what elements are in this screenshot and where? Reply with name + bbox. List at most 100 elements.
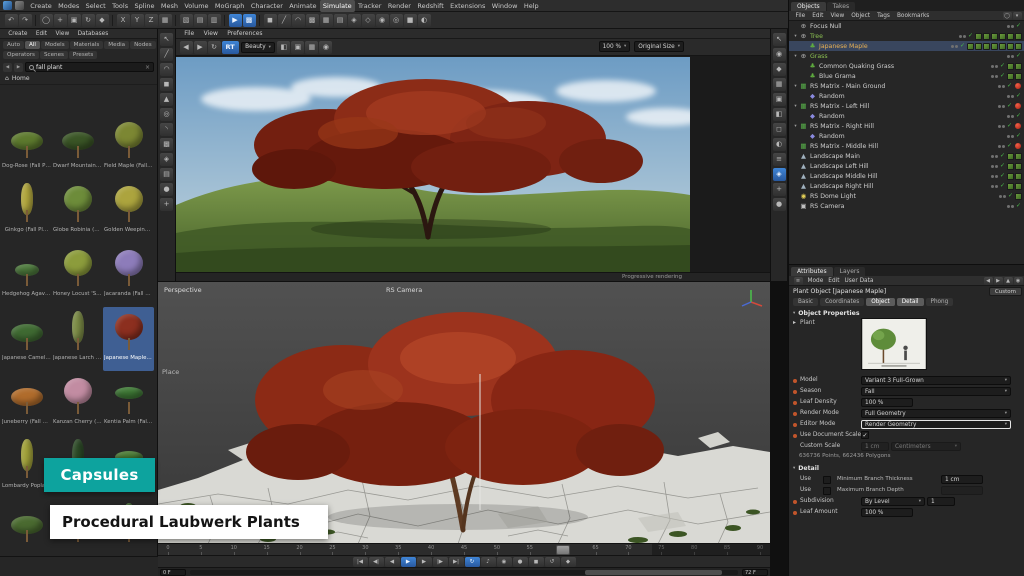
menu-window[interactable]: Window (489, 0, 521, 12)
enabled-check-icon[interactable]: ✓ (1016, 91, 1021, 101)
om-search-icon[interactable]: ◯ (1003, 12, 1012, 20)
object-row-grass[interactable]: ▾⊕Grass✓ (789, 51, 1024, 61)
editor-visibility-dot[interactable] (998, 125, 1001, 128)
enabled-check-icon[interactable]: ✓ (1000, 71, 1005, 81)
enabled-check-icon[interactable]: ✓ (968, 31, 973, 41)
texture-tag-icon[interactable] (1007, 153, 1014, 160)
menu-volume[interactable]: Volume (181, 0, 212, 12)
camera-object-icon[interactable]: ◉ (376, 14, 389, 27)
menu-preferences[interactable]: Preferences (224, 29, 266, 39)
keyframe-dot[interactable] (793, 401, 797, 405)
workplane-icon[interactable]: ◧ (773, 108, 786, 121)
rv-back-icon[interactable]: ◀ (180, 41, 193, 54)
season-dropdown[interactable]: Fall▾ (861, 387, 1011, 396)
goto-prev-frame-icon[interactable]: ◀ (385, 557, 400, 567)
render-visibility-dot[interactable] (1011, 95, 1014, 98)
object-row-landscape-main[interactable]: ▲Landscape Main✓ (789, 151, 1024, 161)
custom-button[interactable]: Custom (989, 287, 1022, 296)
render-visibility-dot[interactable] (955, 45, 958, 48)
bend-deformer-icon[interactable]: ◝ (160, 123, 173, 136)
texture-tag-icon[interactable] (1007, 163, 1014, 170)
object-row-random[interactable]: ◆Random✓ (789, 131, 1024, 141)
playhead-handle[interactable] (556, 545, 570, 555)
minimum-branch-thickness-field[interactable]: 1 cm (941, 475, 983, 484)
enabled-check-icon[interactable]: ✓ (1016, 51, 1021, 61)
enabled-check-icon[interactable]: ✓ (960, 41, 965, 51)
menu-simulate[interactable]: Simulate (320, 0, 355, 12)
keyframe-dot[interactable] (793, 390, 797, 394)
tab-media[interactable]: Media (104, 41, 129, 49)
asset-plant-field-maple-fall-plant[interactable]: Field Maple (Fall Plant) (103, 115, 154, 179)
section-detail[interactable]: ▾ Detail (789, 463, 823, 473)
redshift-tag-icon[interactable] (1015, 83, 1021, 89)
list-view-icon[interactable]: ≡ (773, 153, 786, 166)
render-visibility-dot[interactable] (1002, 145, 1005, 148)
zoom-dropdown[interactable]: 100 % ▾ (599, 41, 631, 52)
home-icon[interactable]: ⌂ (5, 75, 9, 82)
render-visibility-dot[interactable] (1002, 125, 1005, 128)
torus-primitive-icon[interactable]: ◎ (160, 108, 173, 121)
render-visibility-dot[interactable] (995, 75, 998, 78)
cloner-icon[interactable]: ▩ (160, 138, 173, 151)
redshift-tag-icon[interactable] (1015, 103, 1021, 109)
model-dropdown[interactable]: Variant 3 Full-Grown▾ (861, 376, 1011, 385)
timeline-ruler[interactable]: 051015202530354045505560657075808590 (158, 543, 770, 556)
plant-expand-icon[interactable]: ▸ (793, 318, 796, 329)
editor-visibility-dot[interactable] (1007, 25, 1010, 28)
rt-render-button[interactable]: RT (222, 41, 239, 54)
tab-presets[interactable]: Presets (69, 51, 97, 59)
render-visibility-dot[interactable] (995, 155, 998, 158)
goto-start-icon[interactable]: |◀ (353, 557, 368, 567)
leaf-density-field[interactable]: 100 % (861, 398, 913, 407)
editor-mode-dropdown[interactable]: Render Geometry▾ (861, 420, 1011, 429)
tab-models[interactable]: Models (41, 41, 69, 49)
range-end-field[interactable]: 72 F (742, 569, 768, 576)
asset-plant-japanese-maple-fall[interactable]: Japanese Maple (Fall… (103, 307, 154, 371)
editor-visibility-dot[interactable] (991, 185, 994, 188)
render-visibility-dot[interactable] (1002, 105, 1005, 108)
render-visibility-dot[interactable] (1011, 135, 1014, 138)
goto-prev-key-icon[interactable]: ◀| (369, 557, 384, 567)
cube-primitive-icon[interactable]: ◼ (160, 78, 173, 91)
field-icon[interactable]: ◈ (160, 153, 173, 166)
simulation-play-icon[interactable]: ▶ (229, 14, 242, 27)
tab-phong[interactable]: Phong (926, 298, 954, 306)
editor-visibility-dot[interactable] (1007, 205, 1010, 208)
deformer-icon[interactable]: ◇ (362, 14, 375, 27)
plant-preview-thumbnail[interactable] (861, 318, 927, 370)
texture-tag-icon[interactable] (1015, 173, 1022, 180)
cone-primitive-icon[interactable]: ▲ (160, 93, 173, 106)
asset-plant-juneberry-fall-plant[interactable]: Juneberry (Fall Plant) (1, 371, 52, 435)
expand-toggle-icon[interactable]: ▾ (792, 54, 799, 59)
clear-search-icon[interactable]: × (145, 64, 150, 71)
last-tool-icon[interactable]: ◆ (96, 14, 109, 27)
rv-refresh-icon[interactable]: ↻ (208, 41, 221, 54)
solo-view-icon[interactable]: ◉ (773, 48, 786, 61)
field-object-icon[interactable]: ◈ (348, 14, 361, 27)
texture-tag-icon[interactable] (983, 43, 990, 50)
texture-tag-icon[interactable] (983, 33, 990, 40)
custom-scale-field[interactable]: 1 cm (861, 442, 889, 451)
size-dropdown[interactable]: Original Size ▾ (634, 41, 684, 52)
om-filter-icon[interactable]: ▾ (1013, 12, 1022, 20)
texture-tag-icon[interactable] (1007, 33, 1014, 40)
texture-tag-icon[interactable] (1015, 33, 1022, 40)
object-row-landscape-right-hill[interactable]: ▲Landscape Right Hill✓ (789, 181, 1024, 191)
object-row-rs-matrix-right-hill[interactable]: ▾▦RS Matrix - Right Hill✓ (789, 121, 1024, 131)
redshift-tag-icon[interactable] (1015, 143, 1021, 149)
expand-toggle-icon[interactable]: ▾ (792, 34, 799, 39)
tab-object[interactable]: Object (866, 298, 895, 306)
render-visibility-dot[interactable] (1002, 85, 1005, 88)
menu-create[interactable]: Create (27, 0, 55, 12)
viewport-3d[interactable]: Perspective RS Camera Place (158, 281, 770, 543)
axis-lock-y-icon[interactable]: Y (131, 14, 144, 27)
tab-basic[interactable]: Basic (793, 298, 818, 306)
texture-tag-icon[interactable] (1015, 63, 1022, 70)
undo-icon[interactable]: ↶ (5, 14, 18, 27)
object-row-rs-matrix-main-ground[interactable]: ▾▦RS Matrix - Main Ground✓ (789, 81, 1024, 91)
am-lock-icon[interactable]: ◉ (1014, 277, 1023, 285)
maximum-branch-depth-field[interactable] (941, 486, 983, 495)
object-row-tree[interactable]: ▾⊕Tree✓ (789, 31, 1024, 41)
texture-tag-icon[interactable] (1015, 183, 1022, 190)
keyframe-dot[interactable] (793, 412, 797, 416)
